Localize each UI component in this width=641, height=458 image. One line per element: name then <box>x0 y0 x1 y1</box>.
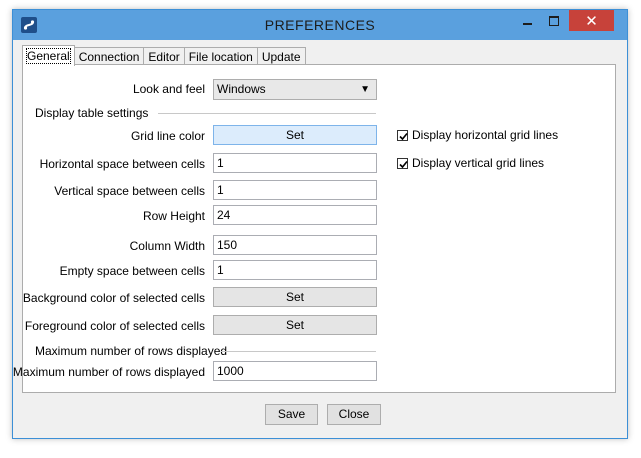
vertical-grid-checkbox[interactable]: Display vertical grid lines <box>397 156 544 170</box>
max-rows-input[interactable]: 1000 <box>213 361 377 381</box>
tab-bar: General Connection Editor File location … <box>22 45 306 66</box>
maximize-button[interactable] <box>541 10 567 31</box>
row-height-input[interactable]: 24 <box>213 205 377 225</box>
chevron-down-icon: ▼ <box>360 84 370 95</box>
column-width-input[interactable]: 150 <box>213 235 377 255</box>
display-table-settings-heading: Display table settings <box>35 106 149 120</box>
title-bar[interactable]: PREFERENCES ✕ <box>13 10 627 40</box>
preferences-window: PREFERENCES ✕ General Connection Editor … <box>12 9 628 439</box>
fg-selected-label: Foreground color of selected cells <box>24 319 205 333</box>
grid-line-color-set-button[interactable]: Set <box>213 125 377 145</box>
bg-selected-set-button[interactable]: Set <box>213 287 377 307</box>
horizontal-space-input[interactable]: 1 <box>213 153 377 173</box>
general-panel: Look and feel Windows ▼ Display table se… <box>13 64 616 393</box>
vertical-space-input[interactable]: 1 <box>213 180 377 200</box>
horizontal-grid-label: Display horizontal grid lines <box>412 128 559 142</box>
checkbox-checked-icon <box>397 129 408 141</box>
vertical-grid-label: Display vertical grid lines <box>412 156 545 170</box>
close-button[interactable]: Close <box>327 404 381 425</box>
tab-general[interactable]: General <box>22 45 75 66</box>
horizontal-grid-checkbox[interactable]: Display horizontal grid lines <box>397 128 558 142</box>
checkbox-checked-icon <box>397 157 408 169</box>
max-rows-heading: Maximum number of rows displayed <box>35 344 228 358</box>
section-separator <box>158 113 376 114</box>
look-and-feel-value: Windows <box>217 82 266 96</box>
save-button[interactable]: Save <box>265 404 318 425</box>
column-width-label: Column Width <box>129 239 205 253</box>
row-height-label: Row Height <box>142 209 205 223</box>
vertical-space-label: Vertical space between cells <box>54 184 205 198</box>
section-separator <box>221 351 376 352</box>
maximize-icon <box>549 15 559 26</box>
empty-space-label: Empty space between cells <box>59 264 205 278</box>
minimize-icon <box>522 22 532 25</box>
empty-space-input[interactable]: 1 <box>213 260 377 280</box>
client-area: General Connection Editor File location … <box>13 40 620 431</box>
fg-selected-set-button[interactable]: Set <box>213 315 377 335</box>
close-window-button[interactable]: ✕ <box>569 10 614 31</box>
max-rows-label: Maximum number of rows displayed <box>12 365 205 379</box>
close-icon: ✕ <box>585 12 598 30</box>
minimize-button[interactable] <box>514 10 540 31</box>
bg-selected-label: Background color of selected cells <box>22 291 205 305</box>
look-and-feel-label: Look and feel <box>132 82 205 96</box>
look-and-feel-select[interactable]: Windows ▼ <box>213 79 377 100</box>
grid-line-color-label: Grid line color <box>130 129 205 143</box>
horizontal-space-label: Horizontal space between cells <box>39 157 205 171</box>
